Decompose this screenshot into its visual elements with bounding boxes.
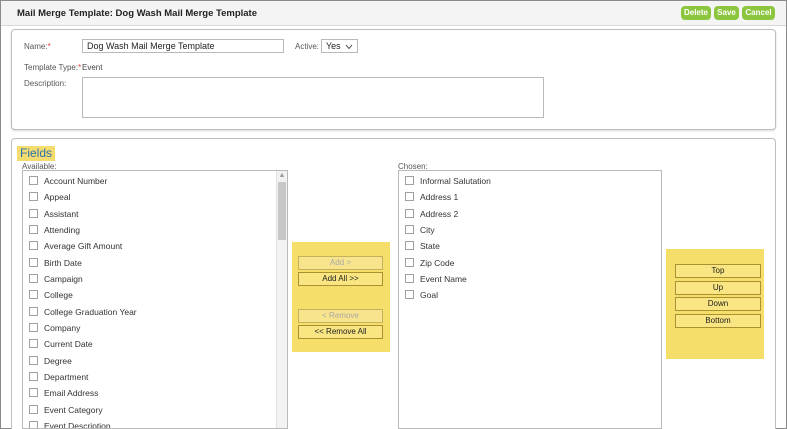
list-item[interactable]: Account Number — [29, 174, 107, 187]
checkbox[interactable] — [405, 290, 414, 299]
list-item[interactable]: Event Name — [405, 272, 467, 285]
list-item[interactable]: Assistant — [29, 207, 79, 220]
save-button[interactable]: Save — [714, 6, 739, 20]
list-item[interactable]: Current Date — [29, 337, 93, 350]
fields-section-title: Fields — [17, 146, 56, 161]
checkbox[interactable] — [29, 192, 38, 201]
scrollbar-thumb[interactable] — [278, 182, 286, 240]
remove-button[interactable]: < Remove — [298, 309, 383, 323]
description-textarea[interactable] — [82, 77, 544, 118]
list-item[interactable]: Appeal — [29, 190, 70, 203]
template-type-value: Event — [82, 63, 103, 72]
checkbox[interactable] — [29, 388, 38, 397]
checkbox[interactable] — [29, 421, 38, 428]
list-item[interactable]: Informal Salutation — [405, 174, 491, 187]
checkbox[interactable] — [29, 274, 38, 283]
list-item[interactable]: Average Gift Amount — [29, 239, 122, 252]
list-item[interactable]: College Graduation Year — [29, 305, 137, 318]
description-label: Description: — [24, 79, 67, 88]
list-item[interactable]: State — [405, 239, 440, 252]
checkbox[interactable] — [29, 307, 38, 316]
checkbox[interactable] — [405, 241, 414, 250]
available-list-scrollbar[interactable]: ▲ — [276, 171, 287, 428]
checkbox[interactable] — [29, 356, 38, 365]
add-button[interactable]: Add > — [298, 256, 383, 270]
checkbox[interactable] — [405, 192, 414, 201]
active-label: Active: — [295, 42, 320, 51]
checkbox[interactable] — [29, 209, 38, 218]
cancel-button[interactable]: Cancel — [742, 6, 775, 20]
checkbox[interactable] — [29, 405, 38, 414]
list-item[interactable]: Goal — [405, 288, 438, 301]
move-bottom-button[interactable]: Bottom — [675, 314, 761, 328]
move-up-button[interactable]: Up — [675, 281, 761, 295]
chosen-fields-list[interactable]: Informal Salutation Address 1 Address 2 … — [398, 170, 662, 429]
list-item[interactable]: Campaign — [29, 272, 83, 285]
checkbox[interactable] — [29, 323, 38, 332]
move-top-button[interactable]: Top — [675, 264, 761, 278]
checkbox[interactable] — [29, 372, 38, 381]
checkbox[interactable] — [29, 176, 38, 185]
page-title: Mail Merge Template: Dog Wash Mail Merge… — [17, 8, 258, 19]
list-item[interactable]: College — [29, 288, 73, 301]
checkbox[interactable] — [29, 339, 38, 348]
list-item[interactable]: Company — [29, 321, 80, 334]
checkbox[interactable] — [405, 274, 414, 283]
list-item[interactable]: Event Category — [29, 403, 103, 416]
list-item[interactable]: Birth Date — [29, 256, 82, 269]
available-fields-list[interactable]: Account Number Appeal Assistant Attendin… — [22, 170, 288, 429]
list-item[interactable]: Degree — [29, 354, 72, 367]
checkbox[interactable] — [405, 258, 414, 267]
remove-all-button[interactable]: << Remove All — [298, 325, 383, 339]
list-item[interactable]: Event Description — [29, 419, 111, 428]
list-item[interactable]: Attending — [29, 223, 80, 236]
template-type-label: Template Type:* — [24, 63, 82, 72]
active-select[interactable]: Yes — [321, 39, 358, 53]
scroll-up-arrow-icon[interactable]: ▲ — [277, 171, 287, 181]
name-label: Name:* — [24, 42, 51, 51]
checkbox[interactable] — [29, 290, 38, 299]
add-all-button[interactable]: Add All >> — [298, 272, 383, 286]
delete-button[interactable]: Delete — [681, 6, 711, 20]
checkbox[interactable] — [405, 176, 414, 185]
checkbox[interactable] — [29, 258, 38, 267]
checkbox[interactable] — [29, 225, 38, 234]
list-item[interactable]: Zip Code — [405, 256, 455, 269]
chevron-down-icon — [345, 44, 353, 50]
list-item[interactable]: Address 2 — [405, 207, 458, 220]
checkbox[interactable] — [405, 225, 414, 234]
list-item[interactable]: Email Address — [29, 386, 98, 399]
list-item[interactable]: Department — [29, 370, 88, 383]
name-input[interactable]: Dog Wash Mail Merge Template — [82, 39, 284, 53]
checkbox[interactable] — [405, 209, 414, 218]
move-down-button[interactable]: Down — [675, 297, 761, 311]
list-item[interactable]: Address 1 — [405, 190, 458, 203]
checkbox[interactable] — [29, 241, 38, 250]
active-select-value: Yes — [326, 41, 341, 51]
header-bar: Mail Merge Template: Dog Wash Mail Merge… — [1, 1, 786, 26]
list-item[interactable]: City — [405, 223, 435, 236]
